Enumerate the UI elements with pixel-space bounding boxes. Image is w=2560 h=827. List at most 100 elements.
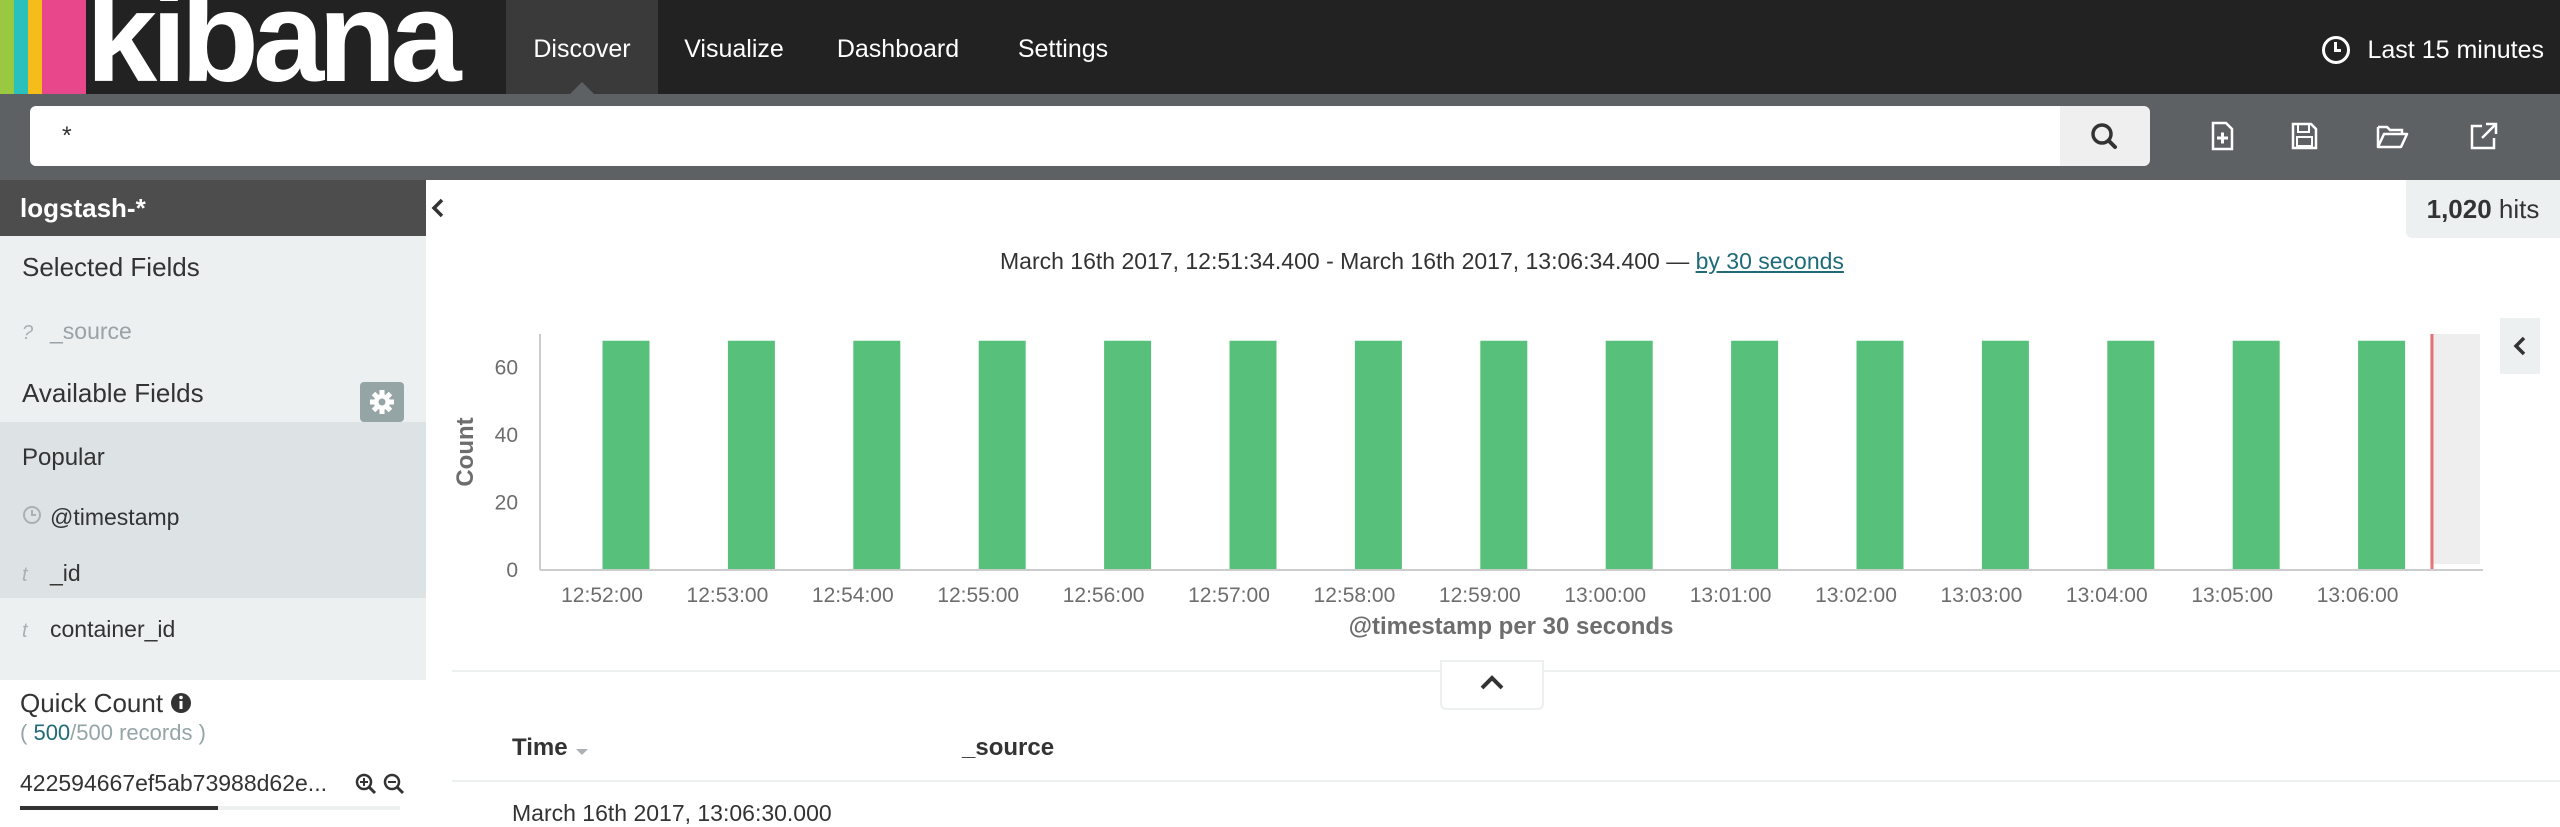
active-caret-icon [570,82,594,94]
x-tick-label: 13:01:00 [1690,584,1772,607]
x-tick-label: 12:57:00 [1188,584,1270,607]
time-range-summary: March 16th 2017, 12:51:34.400 - March 16… [1000,248,1844,275]
quick-count-heading: Quick Count [20,688,164,718]
nav-discover-label: Discover [533,35,631,63]
chart-bar[interactable] [2232,340,2280,570]
table-row[interactable]: March 16th 2017, 13:06:30.000 [512,800,832,827]
clock-icon [2321,36,2350,64]
field-name: _source [50,318,132,344]
chart-bar[interactable] [2107,340,2155,570]
chart-bar[interactable] [1104,340,1152,570]
selected-fields-heading: Selected Fields [22,252,200,282]
hits-counter: 1,020 hits [2406,180,2560,238]
x-tick-label: 12:55:00 [937,584,1019,607]
x-tick-label: 13:00:00 [1564,584,1646,607]
y-tick-label: 60 [495,357,518,380]
x-tick-label: 13:05:00 [2191,584,2273,607]
column-header-source[interactable]: _source [962,734,1054,762]
x-tick-label: 13:06:00 [2317,584,2399,607]
chart-bar[interactable] [1856,340,1904,570]
collapse-chart-button[interactable] [1440,660,1544,710]
chart-legend-toggle[interactable] [2500,318,2540,374]
quick-count-bar-fill [20,806,218,810]
chart-bar[interactable] [978,340,1026,570]
string-type-icon: t [22,564,28,586]
chart-bar[interactable] [1229,340,1277,570]
x-tick-label: 13:04:00 [2066,584,2148,607]
y-tick-label: 0 [506,559,518,582]
share-search-icon[interactable] [2466,118,2502,154]
zoom-out-icon[interactable] [382,772,406,796]
interval-link[interactable]: by 30 seconds [1696,248,1844,274]
available-fields-heading: Available Fields [22,378,204,408]
field-name: @timestamp [50,504,180,530]
chart-current-interval-band [2430,334,2480,564]
chart-bar[interactable] [2358,340,2406,570]
popular-fields-section: Popular @timestamp t _id t container_id [0,422,426,642]
x-tick-label: 12:53:00 [687,584,769,607]
timepicker-label: Last 15 minutes [2367,36,2545,64]
nav-visualize-label: Visualize [684,35,784,63]
kibana-logo[interactable]: kibana [0,0,490,94]
top-nav-bar: kibana Discover Visualize Dashboard Sett… [0,0,2560,94]
unknown-type-icon: ? [22,322,34,344]
quick-count-records: /500 records ) [70,720,206,745]
chart-bar[interactable] [727,340,775,570]
chart-bars [602,340,2406,570]
y-tick-labels: 0 20 40 60 [495,357,518,582]
query-bar [0,94,2560,180]
search-icon [2091,123,2117,149]
field-sidebar: logstash-* Selected Fields ? _source Avai… [0,180,426,810]
x-tick-label: 13:03:00 [1941,584,2023,607]
chart-bar[interactable] [602,340,650,570]
chart-bar[interactable] [1731,340,1779,570]
x-tick-label: 12:52:00 [561,584,643,607]
index-pattern-selector[interactable]: logstash-* [0,180,426,236]
zoom-in-icon[interactable] [354,772,378,796]
new-search-icon[interactable] [2204,118,2240,154]
field-settings-button[interactable] [360,382,404,422]
nav-visualize[interactable]: Visualize [658,0,810,94]
y-tick-label: 20 [495,492,518,515]
open-search-icon[interactable] [2374,118,2410,154]
nav-dashboard[interactable]: Dashboard [818,0,978,94]
nav-discover[interactable]: Discover [506,0,658,94]
field-timestamp[interactable]: @timestamp [22,504,179,531]
x-axis-label: @timestamp per 30 seconds [1349,613,1674,640]
field-name: _id [50,560,81,586]
nav-dashboard-label: Dashboard [836,35,960,63]
timepicker[interactable]: Last 15 minutes [2321,0,2545,94]
search-button[interactable] [2060,106,2150,166]
table-header-divider [452,780,2560,782]
gear-icon [370,390,394,414]
save-search-icon[interactable] [2286,118,2322,154]
x-tick-label: 12:58:00 [1314,584,1396,607]
collapse-sidebar-button[interactable] [426,180,450,236]
sort-down-icon[interactable] [574,743,590,759]
chart-bar[interactable] [1480,340,1528,570]
chart-bar[interactable] [1981,340,2029,570]
chart-bar[interactable] [1354,340,1402,570]
field-name: container_id [50,616,176,642]
nav-settings[interactable]: Settings [990,0,1136,94]
chart-bar[interactable] [1605,340,1653,570]
x-tick-label: 12:54:00 [812,584,894,607]
field-container-id[interactable]: t container_id [22,616,175,643]
chart-bar[interactable] [853,340,901,570]
quick-count-number: 500 [33,720,71,745]
y-tick-label: 40 [495,424,518,447]
clock-icon [22,505,50,531]
column-header-time[interactable]: Time [512,734,590,762]
histogram-chart[interactable]: 0 20 40 60 12:52:00 12:53:00 12:54:00 12:55:00… [440,320,2500,650]
y-axis-label: Count [452,417,479,486]
selected-field-source[interactable]: ? _source [22,318,132,345]
search-input[interactable] [30,106,2060,166]
field-id[interactable]: t _id [22,560,81,587]
chevron-left-icon [2513,336,2526,356]
chevron-up-icon [1480,675,1504,690]
x-tick-label: 12:59:00 [1439,584,1521,607]
nav-settings-label: Settings [1017,35,1109,63]
x-tick-label: 13:02:00 [1815,584,1897,607]
quick-count-panel: Quick Count ( 500/500 records ) 42259466… [0,680,426,810]
column-header-time-label: Time [512,734,568,761]
